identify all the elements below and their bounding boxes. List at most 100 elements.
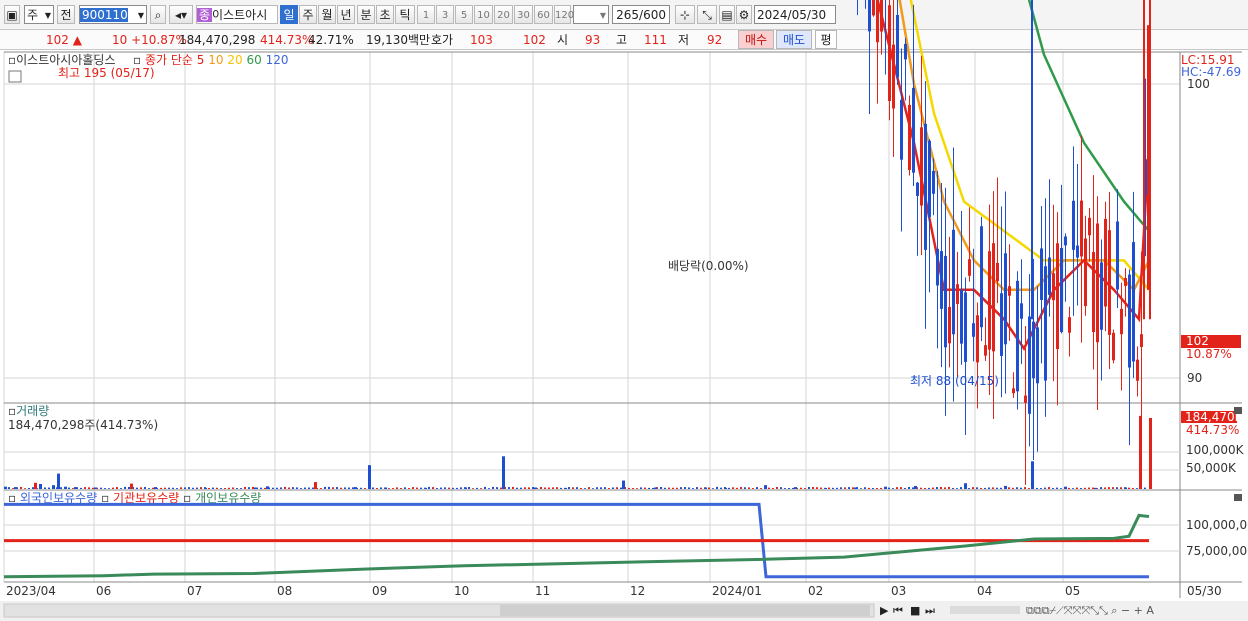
legend-square-icon: ▫	[8, 404, 16, 418]
volume-bar	[868, 487, 870, 489]
volume-bar	[180, 487, 182, 489]
volume-bar	[314, 482, 317, 489]
volume-bar	[1108, 487, 1110, 489]
volume-bar	[716, 486, 718, 489]
next-end-icon[interactable]: ⏭	[925, 604, 935, 617]
volume-bar	[724, 487, 727, 489]
volume-bar	[224, 488, 226, 489]
volume-bar	[1024, 487, 1026, 489]
close-pane-icon[interactable]	[1234, 407, 1242, 414]
candle-body	[1004, 253, 1007, 345]
volume-bar	[668, 487, 670, 489]
candle-body	[948, 306, 951, 344]
volume-bar	[616, 487, 618, 489]
volume-bar	[516, 487, 518, 489]
volume-bar	[896, 487, 898, 489]
volume-bar	[404, 487, 406, 489]
volume-bar	[628, 487, 630, 489]
close-pane-icon[interactable]	[1234, 494, 1242, 501]
volume-bar	[692, 488, 694, 489]
candle-body	[1072, 200, 1075, 250]
volume-bar	[600, 487, 602, 489]
volume-bar	[964, 483, 967, 489]
volume-bar	[232, 487, 234, 489]
volume-bar	[1036, 487, 1038, 489]
volume-bar	[736, 487, 738, 489]
volume-bar	[228, 487, 230, 489]
candle-body	[1068, 317, 1071, 333]
candle-body	[964, 292, 967, 362]
volume-bar	[320, 488, 322, 489]
volume-bar	[148, 488, 150, 489]
volume-bar	[1124, 487, 1127, 489]
volume-bar	[68, 487, 70, 489]
candle-body	[1064, 236, 1067, 246]
volume-bar	[12, 488, 14, 489]
volume-bar	[972, 487, 974, 489]
volume-bar	[704, 487, 707, 489]
chart-area[interactable]: ▫이스트아시아홀딩스 ▫ 종가 단순 5 10 20 60 120 LC:15.…	[0, 0, 1248, 621]
volume-bar	[1094, 487, 1097, 489]
volume-bar	[528, 487, 530, 489]
stop-icon[interactable]: ■	[910, 604, 920, 617]
volume-bar	[74, 487, 77, 489]
volume-bar	[864, 487, 866, 489]
candle-body	[1076, 245, 1079, 258]
volume-bar	[1136, 488, 1138, 489]
candle-body	[888, 5, 891, 102]
volume-bar	[108, 488, 110, 489]
x-tick-label: 12	[630, 584, 645, 598]
candle-body	[904, 43, 907, 60]
volume-bar	[1040, 488, 1042, 489]
candle-body	[880, 0, 883, 32]
candle-body	[956, 284, 959, 304]
volume-bar	[52, 485, 55, 489]
volume-bar	[1016, 487, 1018, 489]
x-tick-label: 08	[277, 584, 292, 598]
volume-bar	[1068, 487, 1070, 489]
candle-body	[944, 255, 947, 348]
volume-bar	[8, 487, 10, 489]
volume-bar	[144, 487, 146, 489]
prev-end-icon[interactable]: ⏮	[893, 604, 903, 617]
volume-bar	[332, 487, 334, 489]
candle-body	[1128, 274, 1131, 368]
volume-bar	[788, 488, 790, 489]
candle-body	[1008, 286, 1011, 296]
volume-bar	[854, 487, 857, 489]
volume-bar	[888, 487, 890, 489]
volume-bar	[204, 487, 207, 489]
price-tick: 100	[1187, 77, 1210, 91]
volume-bar	[172, 487, 174, 489]
volume-bar	[92, 487, 94, 489]
scrollbar-thumb[interactable]	[500, 605, 870, 616]
volume-bar	[39, 483, 42, 489]
volume-bar	[448, 487, 450, 489]
volume-bar	[440, 487, 442, 489]
candle-body	[1112, 332, 1115, 361]
volume-bar	[324, 486, 326, 489]
volume-bar	[1052, 488, 1054, 489]
volume-bar	[376, 488, 378, 489]
holdings-tick: 75,000,000	[1186, 544, 1248, 558]
scroll-right-icon[interactable]: ▶	[880, 604, 889, 617]
volume-bar	[496, 487, 498, 489]
volume-bar	[288, 487, 290, 489]
volume-bar	[992, 487, 994, 489]
volume-bar	[272, 487, 274, 489]
zoom-slider[interactable]	[950, 606, 1020, 614]
volume-bar	[424, 487, 427, 489]
tool-icons[interactable]: ⧉⧉⧉⌿⟋⤧⤧⤧⤡⤡ ⌕ − + A	[1026, 604, 1154, 617]
volume-subtitle: 184,470,298주(414.73%)	[8, 418, 158, 432]
volume-bar	[364, 488, 366, 489]
candle-body	[940, 251, 943, 309]
x-tick-label: 11	[535, 584, 550, 598]
candle-body	[936, 248, 939, 286]
candle-body	[1000, 293, 1003, 356]
volume-bar	[164, 487, 166, 489]
volume-bar	[936, 487, 938, 489]
volume-bar	[892, 488, 894, 489]
volume-bar	[28, 487, 30, 489]
table-icon[interactable]	[8, 70, 22, 83]
volume-bar	[216, 487, 218, 489]
